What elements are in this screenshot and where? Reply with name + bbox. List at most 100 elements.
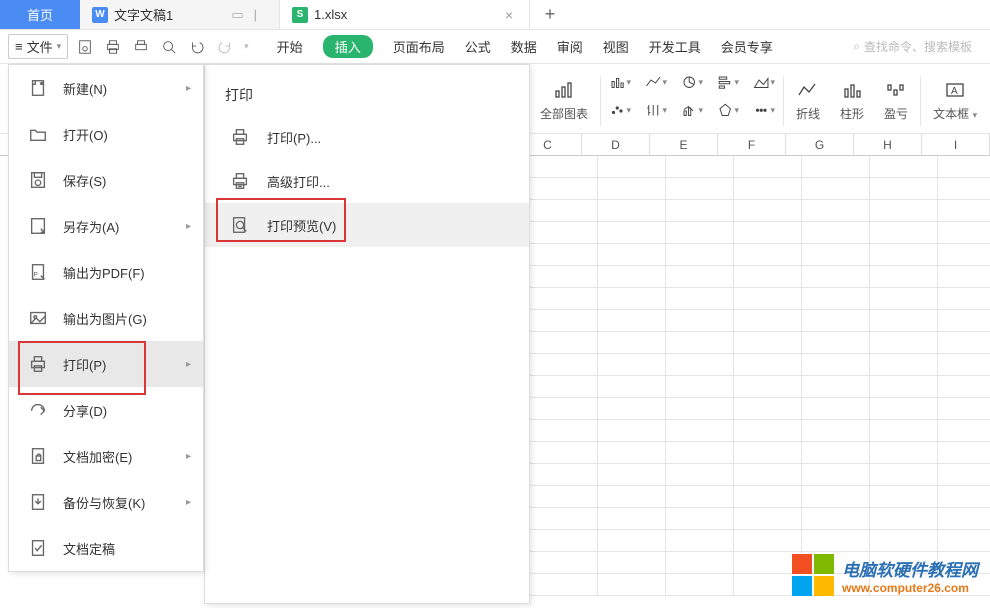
ribbon-group-textbox[interactable]: A 文本框 ▾ (923, 75, 987, 126)
print-submenu-preview[interactable]: 打印预览(V) (205, 203, 529, 247)
cell[interactable] (666, 530, 734, 552)
cell[interactable] (802, 464, 870, 486)
cell[interactable] (734, 376, 802, 398)
cell[interactable] (530, 552, 598, 574)
cell[interactable] (666, 332, 734, 354)
cell[interactable] (530, 156, 598, 178)
file-menu-backup[interactable]: 备份与恢复(K)▸ (9, 479, 203, 525)
cell[interactable] (802, 398, 870, 420)
cell[interactable] (734, 310, 802, 332)
search-box[interactable]: ⌕ 查找命令、搜索模板 (853, 38, 982, 55)
cell[interactable] (666, 266, 734, 288)
cell[interactable] (870, 310, 938, 332)
cell[interactable] (666, 486, 734, 508)
file-button[interactable]: ≡ 文件 ▾ (8, 34, 68, 59)
cell[interactable] (666, 200, 734, 222)
cell[interactable] (734, 156, 802, 178)
cell[interactable] (666, 420, 734, 442)
chevron-down-icon[interactable]: ▾ (244, 41, 249, 52)
print-submenu-print[interactable]: 打印(P)... (205, 115, 529, 159)
cell[interactable] (802, 156, 870, 178)
redo-icon[interactable] (216, 38, 234, 56)
cell[interactable] (734, 200, 802, 222)
window-icon[interactable]: ▭ (231, 7, 243, 23)
cell[interactable] (870, 354, 938, 376)
cell[interactable] (530, 464, 598, 486)
cell[interactable] (530, 178, 598, 200)
file-menu-open[interactable]: 打开(O) (9, 111, 203, 157)
cell[interactable] (666, 288, 734, 310)
file-menu-share[interactable]: 分享(D) (9, 387, 203, 433)
ribbon-tab-member[interactable]: 会员专享 (721, 37, 773, 56)
cell[interactable] (530, 310, 598, 332)
cell[interactable] (938, 398, 990, 420)
scatter-chart-icon[interactable]: ▾ (609, 100, 631, 122)
cell[interactable] (734, 398, 802, 420)
cell[interactable] (802, 354, 870, 376)
cell[interactable] (734, 486, 802, 508)
cell[interactable] (870, 288, 938, 310)
cell[interactable] (870, 486, 938, 508)
file-menu-print[interactable]: 打印(P)▸ (9, 341, 203, 387)
cell[interactable] (666, 156, 734, 178)
cell[interactable] (802, 288, 870, 310)
ribbon-tab-review[interactable]: 审阅 (557, 37, 583, 56)
pie-chart-icon[interactable]: ▾ (681, 72, 703, 94)
cell[interactable] (734, 288, 802, 310)
tab-add[interactable]: + (530, 0, 570, 29)
radar-chart-icon[interactable]: ▾ (717, 100, 739, 122)
cell[interactable] (598, 156, 666, 178)
print2-icon[interactable] (132, 38, 150, 56)
tab-home[interactable]: 首页 (0, 0, 80, 29)
cell[interactable] (802, 486, 870, 508)
file-menu-final[interactable]: 文档定稿 (9, 525, 203, 571)
cell[interactable] (870, 508, 938, 530)
cell[interactable] (666, 442, 734, 464)
column-header[interactable]: E (650, 134, 718, 155)
cell[interactable] (938, 486, 990, 508)
cell[interactable] (938, 442, 990, 464)
bar-chart-icon[interactable]: ▾ (609, 72, 631, 94)
cell[interactable] (598, 398, 666, 420)
cell[interactable] (530, 420, 598, 442)
cell[interactable] (870, 530, 938, 552)
cell[interactable] (734, 508, 802, 530)
cell[interactable] (530, 200, 598, 222)
cell[interactable] (666, 464, 734, 486)
cell[interactable] (598, 222, 666, 244)
cell[interactable] (938, 464, 990, 486)
cell[interactable] (938, 508, 990, 530)
cell[interactable] (598, 420, 666, 442)
ribbon-group-sparkline-winloss[interactable]: 盈亏 (874, 75, 918, 126)
cell[interactable] (598, 508, 666, 530)
cell[interactable] (938, 376, 990, 398)
stock-chart-icon[interactable]: ▾ (645, 100, 667, 122)
cell[interactable] (666, 354, 734, 376)
cell[interactable] (598, 288, 666, 310)
ribbon-tab-data[interactable]: 数据 (511, 37, 537, 56)
close-icon[interactable]: × (501, 7, 517, 23)
cell[interactable] (666, 244, 734, 266)
cell[interactable] (802, 266, 870, 288)
cell[interactable] (598, 354, 666, 376)
cell[interactable] (734, 178, 802, 200)
cell[interactable] (530, 354, 598, 376)
column-header[interactable]: I (922, 134, 990, 155)
cell[interactable] (734, 244, 802, 266)
ribbon-tab-view[interactable]: 视图 (603, 37, 629, 56)
cell[interactable] (802, 420, 870, 442)
ribbon-tab-formula[interactable]: 公式 (465, 37, 491, 56)
print-icon[interactable] (104, 38, 122, 56)
cell[interactable] (530, 398, 598, 420)
cell[interactable] (870, 178, 938, 200)
cell[interactable] (802, 310, 870, 332)
cell[interactable] (938, 266, 990, 288)
ribbon-tab-insert[interactable]: 插入 (323, 35, 373, 58)
preview-icon[interactable] (160, 38, 178, 56)
cell[interactable] (938, 244, 990, 266)
cell[interactable] (530, 442, 598, 464)
file-menu-new[interactable]: 新建(N)▸ (9, 65, 203, 111)
cell[interactable] (938, 354, 990, 376)
cell[interactable] (598, 464, 666, 486)
cell[interactable] (734, 464, 802, 486)
